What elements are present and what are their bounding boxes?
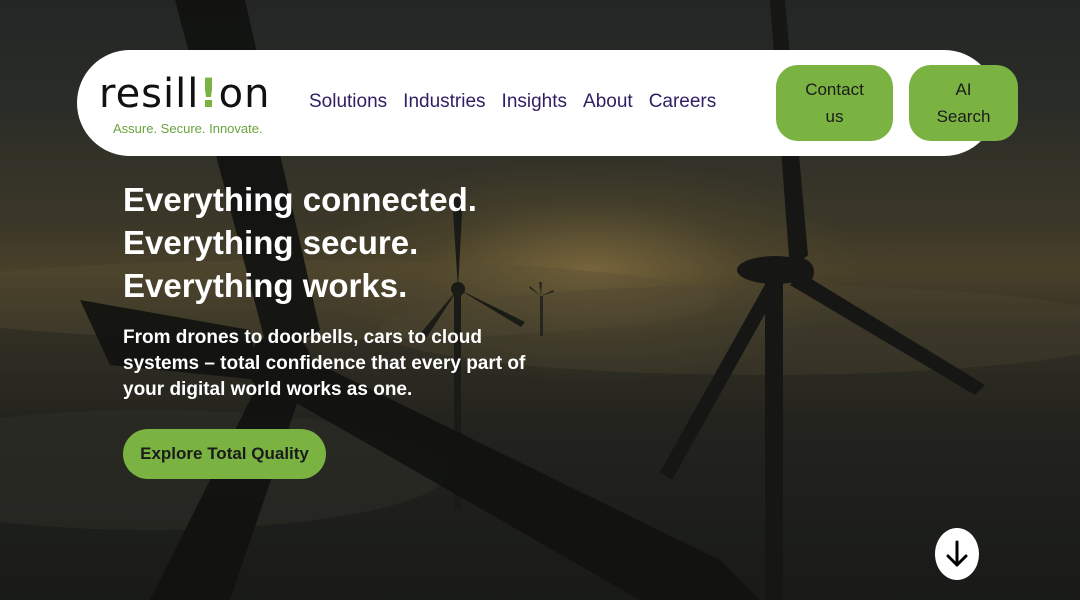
logo-tagline: Assure. Secure. Innovate. [113,121,263,136]
scroll-down-button[interactable] [935,528,979,580]
explore-total-quality-button[interactable]: Explore Total Quality [123,429,326,479]
headline-line-1: Everything connected. [123,181,477,218]
logo-wordmark-text: resill!on [99,71,271,117]
nav-item-careers[interactable]: Careers [649,91,717,113]
ai-search-label: AI Search [936,80,991,126]
nav-item-solutions[interactable]: Solutions [309,91,387,113]
headline-line-3: Everything works. [123,267,408,304]
contact-us-label: Contact us [805,80,864,126]
logo-exclamation-accent: ! [199,71,219,117]
hero-section: resill!on Assure. Secure. Innovate. Solu… [0,0,1080,600]
hero-headline: Everything connected. Everything secure.… [123,178,477,307]
nav-item-insights[interactable]: Insights [502,91,567,113]
explore-button-label: Explore Total Quality [140,444,309,463]
arrow-down-icon [946,540,968,567]
ai-search-button[interactable]: AI Search [909,65,1018,141]
logo-wordmark: resill!on [99,70,270,118]
nav-item-about[interactable]: About [583,91,633,113]
headline-line-2: Everything secure. [123,224,419,261]
nav-item-industries[interactable]: Industries [403,91,485,113]
logo[interactable]: resill!on Assure. Secure. Innovate. [99,70,279,140]
hero-subtext: From drones to doorbells, cars to cloud … [123,327,526,400]
contact-us-button[interactable]: Contact us [776,65,893,141]
main-nav: Solutions Industries Insights About Care… [309,91,716,113]
